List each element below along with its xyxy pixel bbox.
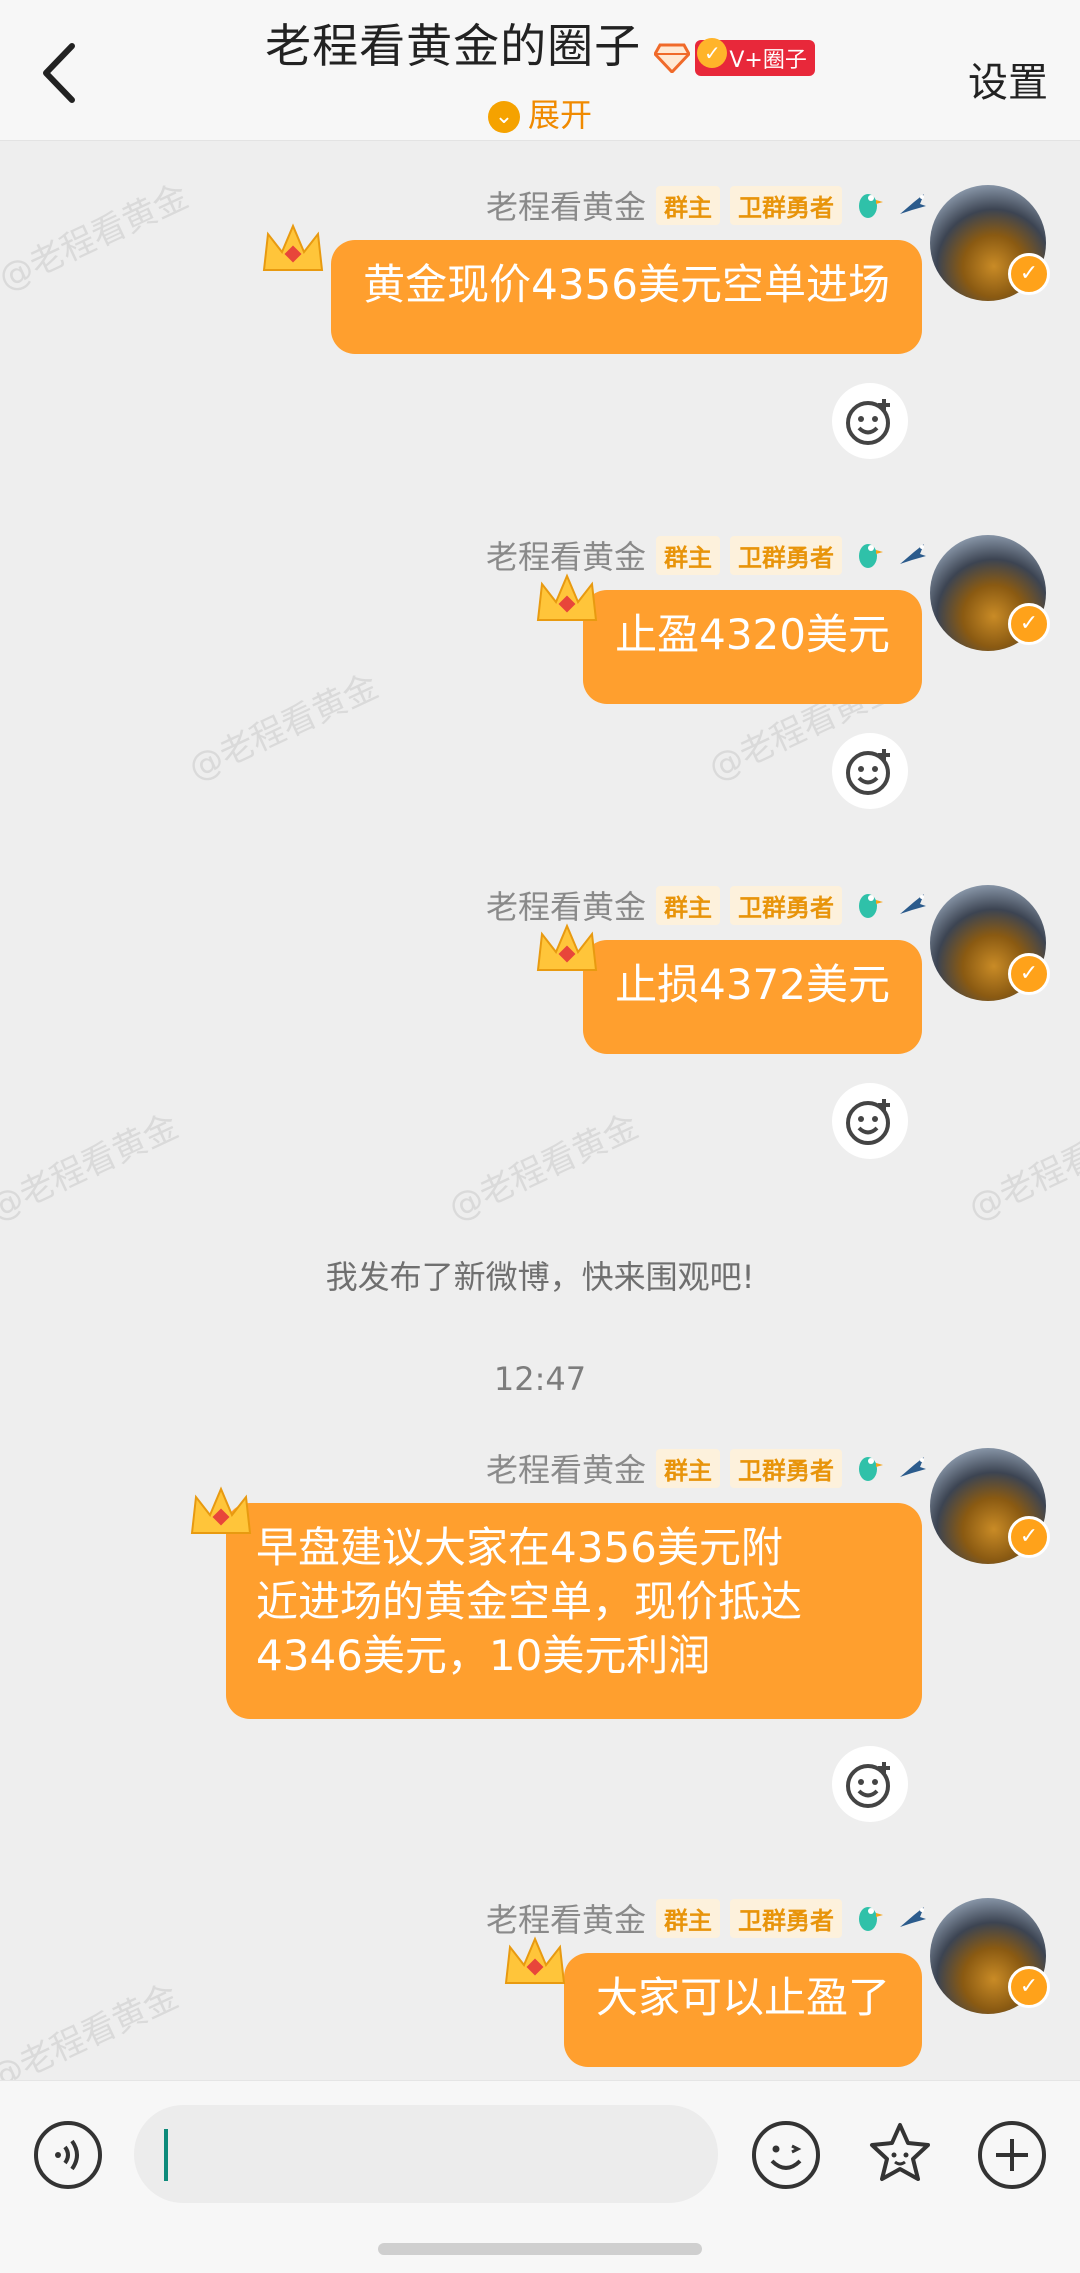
watermark: @老程看黄金 [962, 1106, 1080, 1229]
add-reaction-button[interactable] [832, 1083, 908, 1159]
verified-v-icon: ✓ [1008, 253, 1050, 295]
emoji-plus-icon [846, 1099, 890, 1145]
parrot-icon [859, 544, 883, 568]
crown-icon [190, 1486, 252, 1534]
avatar[interactable]: ✓ [930, 185, 1050, 301]
add-reaction-button[interactable] [832, 383, 908, 459]
message-bubble[interactable]: 止损4372美元 [583, 940, 922, 1054]
bird-icon [900, 194, 926, 214]
role-tag: 群主 [656, 1448, 720, 1488]
v-verified-icon: ✓ [697, 37, 728, 68]
crown-icon [262, 223, 324, 271]
message-bubble[interactable]: 大家可以止盈了 [563, 1953, 922, 2067]
avatar[interactable]: ✓ [930, 1448, 1050, 1564]
chat-header: 老程看黄金的圈子 ✓ V+圈子 ⌄ 展开 设置 [0, 0, 1080, 141]
input-bar [0, 2080, 1080, 2273]
message-line: 大家可以止盈了 [595, 1973, 890, 2022]
watermark: @老程看黄金 [0, 1106, 185, 1229]
verified-v-icon: ✓ [1008, 603, 1050, 645]
expand-label: 展开 [527, 96, 592, 134]
sender-row: 老程看黄金 群主 卫群勇者 [486, 183, 930, 227]
message-line: 黄金现价4356美元空单进场 [363, 260, 890, 309]
role-tag: 群主 [656, 185, 720, 225]
crown-icon [504, 1936, 566, 1984]
plus-icon[interactable] [976, 2119, 1048, 2191]
honor-tag: 卫群勇者 [730, 885, 842, 925]
sender-row: 老程看黄金 群主 卫群勇者 [486, 1896, 930, 1940]
sender-name: 老程看黄金 [485, 188, 646, 226]
v-circle-badge-label: V+圈子 [729, 47, 807, 73]
chevron-down-icon: ⌄ [487, 101, 520, 133]
timestamp: 12:47 [493, 1360, 587, 1398]
message-bubble[interactable]: 止盈4320美元 [583, 590, 922, 704]
verified-v-icon: ✓ [1008, 1516, 1050, 1558]
bird-icon [900, 1907, 926, 1927]
honor-tag: 卫群勇者 [730, 185, 842, 225]
emoji-plus-icon [846, 399, 890, 445]
emoji-plus-icon [846, 1762, 890, 1808]
parrot-icon [859, 1457, 883, 1481]
title-area: 老程看黄金的圈子 ✓ V+圈子 [0, 10, 1080, 76]
system-message[interactable]: 我发布了新微博，快来围观吧! [0, 1252, 1080, 1298]
avatar[interactable]: ✓ [930, 1898, 1050, 2014]
watermark: @老程看黄金 [182, 666, 385, 789]
crown-icon [536, 923, 598, 971]
diamond-icon [653, 43, 692, 74]
home-indicator [378, 2243, 702, 2255]
honor-tag: 卫群勇者 [730, 1898, 842, 1938]
voice-icon[interactable] [32, 2119, 104, 2191]
message-line: 近进场的黄金空单，现价抵达 [256, 1577, 803, 1626]
sender-name: 老程看黄金 [485, 1451, 646, 1489]
parrot-icon [859, 894, 883, 918]
message-line: 早盘建议大家在4356美元附 [256, 1523, 783, 1572]
message-line: 止盈4320美元 [615, 610, 890, 659]
role-tag: 群主 [656, 885, 720, 925]
sender-row: 老程看黄金 群主 卫群勇者 [486, 533, 930, 577]
message-line: 4346美元，10美元利润 [256, 1631, 711, 1680]
emoji-plus-icon [846, 749, 890, 795]
text-caret [164, 2129, 168, 2181]
honor-tag: 卫群勇者 [730, 1448, 842, 1488]
watermark: @老程看黄金 [0, 176, 195, 299]
sender-row: 老程看黄金 群主 卫群勇者 [486, 1446, 930, 1490]
role-tag: 群主 [656, 535, 720, 575]
add-reaction-button[interactable] [832, 1746, 908, 1822]
v-circle-badge: ✓ V+圈子 [695, 37, 815, 76]
avatar[interactable]: ✓ [930, 535, 1050, 651]
bird-icon [900, 894, 926, 914]
parrot-icon [859, 194, 883, 218]
message-line: 止损4372美元 [615, 960, 890, 1009]
watermark: @老程看黄金 [442, 1106, 645, 1229]
parrot-icon [859, 1907, 883, 1931]
avatar[interactable]: ✓ [930, 885, 1050, 1001]
sticker-icon[interactable] [864, 2119, 936, 2191]
emoji-icon[interactable] [750, 2119, 822, 2191]
verified-v-icon: ✓ [1008, 1966, 1050, 2008]
message-bubble[interactable]: 黄金现价4356美元空单进场 [331, 240, 922, 354]
settings-button[interactable]: 设置 [968, 50, 1048, 108]
sender-row: 老程看黄金 群主 卫群勇者 [486, 883, 930, 927]
message-bubble[interactable]: 早盘建议大家在4356美元附 近进场的黄金空单，现价抵达 4346美元，10美元… [226, 1503, 922, 1719]
title-badges: ✓ V+圈子 [653, 37, 815, 76]
honor-tag: 卫群勇者 [730, 535, 842, 575]
verified-v-icon: ✓ [1008, 953, 1050, 995]
role-tag: 群主 [656, 1898, 720, 1938]
crown-icon [536, 573, 598, 621]
add-reaction-button[interactable] [832, 733, 908, 809]
expand-button[interactable]: ⌄ 展开 [0, 90, 1080, 136]
bird-icon [900, 544, 926, 564]
message-input[interactable] [134, 2105, 718, 2203]
bird-icon [900, 1457, 926, 1477]
page-title: 老程看黄金的圈子 [265, 19, 642, 73]
